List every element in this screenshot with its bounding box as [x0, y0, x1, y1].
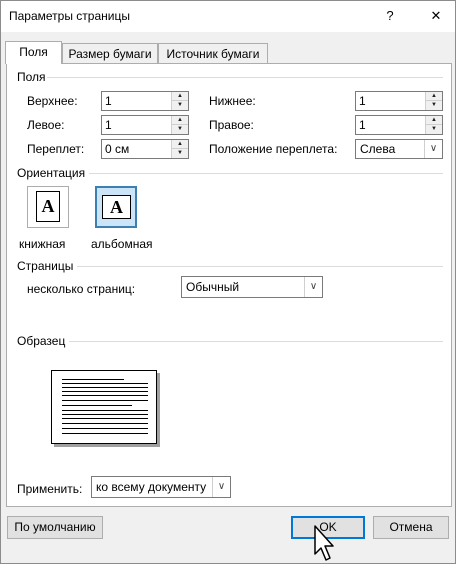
spin-down-icon[interactable]: ▼: [172, 101, 188, 110]
bottom-margin-value: 1: [359, 94, 366, 108]
spin-up-icon[interactable]: ▲: [172, 92, 188, 101]
chevron-down-icon[interactable]: ∨: [304, 277, 322, 297]
page-setup-dialog: Параметры страницы ? ✕ Поля Размер бумаг…: [0, 0, 456, 564]
tab-paper-size[interactable]: Размер бумаги: [62, 43, 158, 63]
orientation-group-label: Ориентация: [17, 166, 86, 180]
spin-down-icon[interactable]: ▼: [172, 125, 188, 134]
apply-to-label: Применить:: [17, 482, 83, 496]
right-margin-spinner[interactable]: 1 ▲ ▼: [355, 115, 443, 135]
right-margin-label: Правое:: [209, 118, 254, 132]
set-default-button[interactable]: По умолчанию: [7, 516, 103, 539]
chevron-down-icon[interactable]: ∨: [212, 477, 230, 497]
tab-margins[interactable]: Поля: [5, 41, 62, 64]
orientation-group-divider: [89, 173, 443, 174]
portrait-label: книжная: [19, 237, 66, 251]
top-margin-label: Верхнее:: [27, 94, 78, 108]
multiple-pages-value: Обычный: [186, 280, 240, 294]
apply-to-value: ко всему документу: [96, 480, 207, 494]
gutter-position-select[interactable]: Слева ∨: [355, 139, 443, 159]
landscape-label: альбомная: [91, 237, 153, 251]
margins-panel: Поля Верхнее: 1 ▲ ▼ Левое: 1 ▲ ▼ Переплет:…: [6, 63, 452, 507]
landscape-page-icon: A: [102, 195, 131, 219]
spin-up-icon[interactable]: ▲: [172, 140, 188, 149]
gutter-spinner[interactable]: 0 см ▲ ▼: [101, 139, 189, 159]
spin-down-icon[interactable]: ▼: [426, 125, 442, 134]
mouse-pointer-icon: [314, 525, 334, 561]
sample-group-label: Образец: [17, 334, 66, 348]
right-margin-value: 1: [359, 118, 366, 132]
close-button[interactable]: ✕: [421, 5, 451, 27]
top-margin-value: 1: [105, 94, 112, 108]
margins-group-label: Поля: [17, 70, 46, 84]
apply-to-select[interactable]: ко всему документу ∨: [91, 476, 231, 498]
left-margin-value: 1: [105, 118, 112, 132]
left-margin-label: Левое:: [27, 118, 65, 132]
margins-group-divider: [47, 77, 443, 78]
portrait-page-icon: A: [36, 191, 60, 222]
gutter-position-label: Положение переплета:: [209, 142, 338, 156]
help-button[interactable]: ?: [375, 5, 405, 27]
spin-up-icon[interactable]: ▲: [426, 116, 442, 125]
spin-up-icon[interactable]: ▲: [172, 116, 188, 125]
spin-down-icon[interactable]: ▼: [426, 101, 442, 110]
gutter-value: 0 см: [105, 142, 130, 156]
title-bar: Параметры страницы ? ✕: [1, 1, 455, 32]
gutter-position-value: Слева: [360, 142, 396, 156]
tab-paper-source[interactable]: Источник бумаги: [158, 43, 268, 63]
sample-group-divider: [69, 341, 443, 342]
sample-preview: [51, 370, 157, 444]
chevron-down-icon[interactable]: ∨: [424, 140, 442, 158]
portrait-option[interactable]: A: [27, 186, 69, 228]
pages-group-label: Страницы: [17, 259, 74, 273]
landscape-option[interactable]: A: [95, 186, 137, 228]
gutter-label: Переплет:: [27, 142, 85, 156]
multiple-pages-select[interactable]: Обычный ∨: [181, 276, 323, 298]
multiple-pages-label: несколько страниц:: [27, 282, 136, 296]
bottom-margin-label: Нижнее:: [209, 94, 256, 108]
top-margin-spinner[interactable]: 1 ▲ ▼: [101, 91, 189, 111]
cancel-button[interactable]: Отмена: [373, 516, 449, 539]
left-margin-spinner[interactable]: 1 ▲ ▼: [101, 115, 189, 135]
spin-down-icon[interactable]: ▼: [172, 149, 188, 158]
window-title: Параметры страницы: [9, 9, 130, 23]
pages-group-divider: [77, 266, 443, 267]
bottom-margin-spinner[interactable]: 1 ▲ ▼: [355, 91, 443, 111]
spin-up-icon[interactable]: ▲: [426, 92, 442, 101]
